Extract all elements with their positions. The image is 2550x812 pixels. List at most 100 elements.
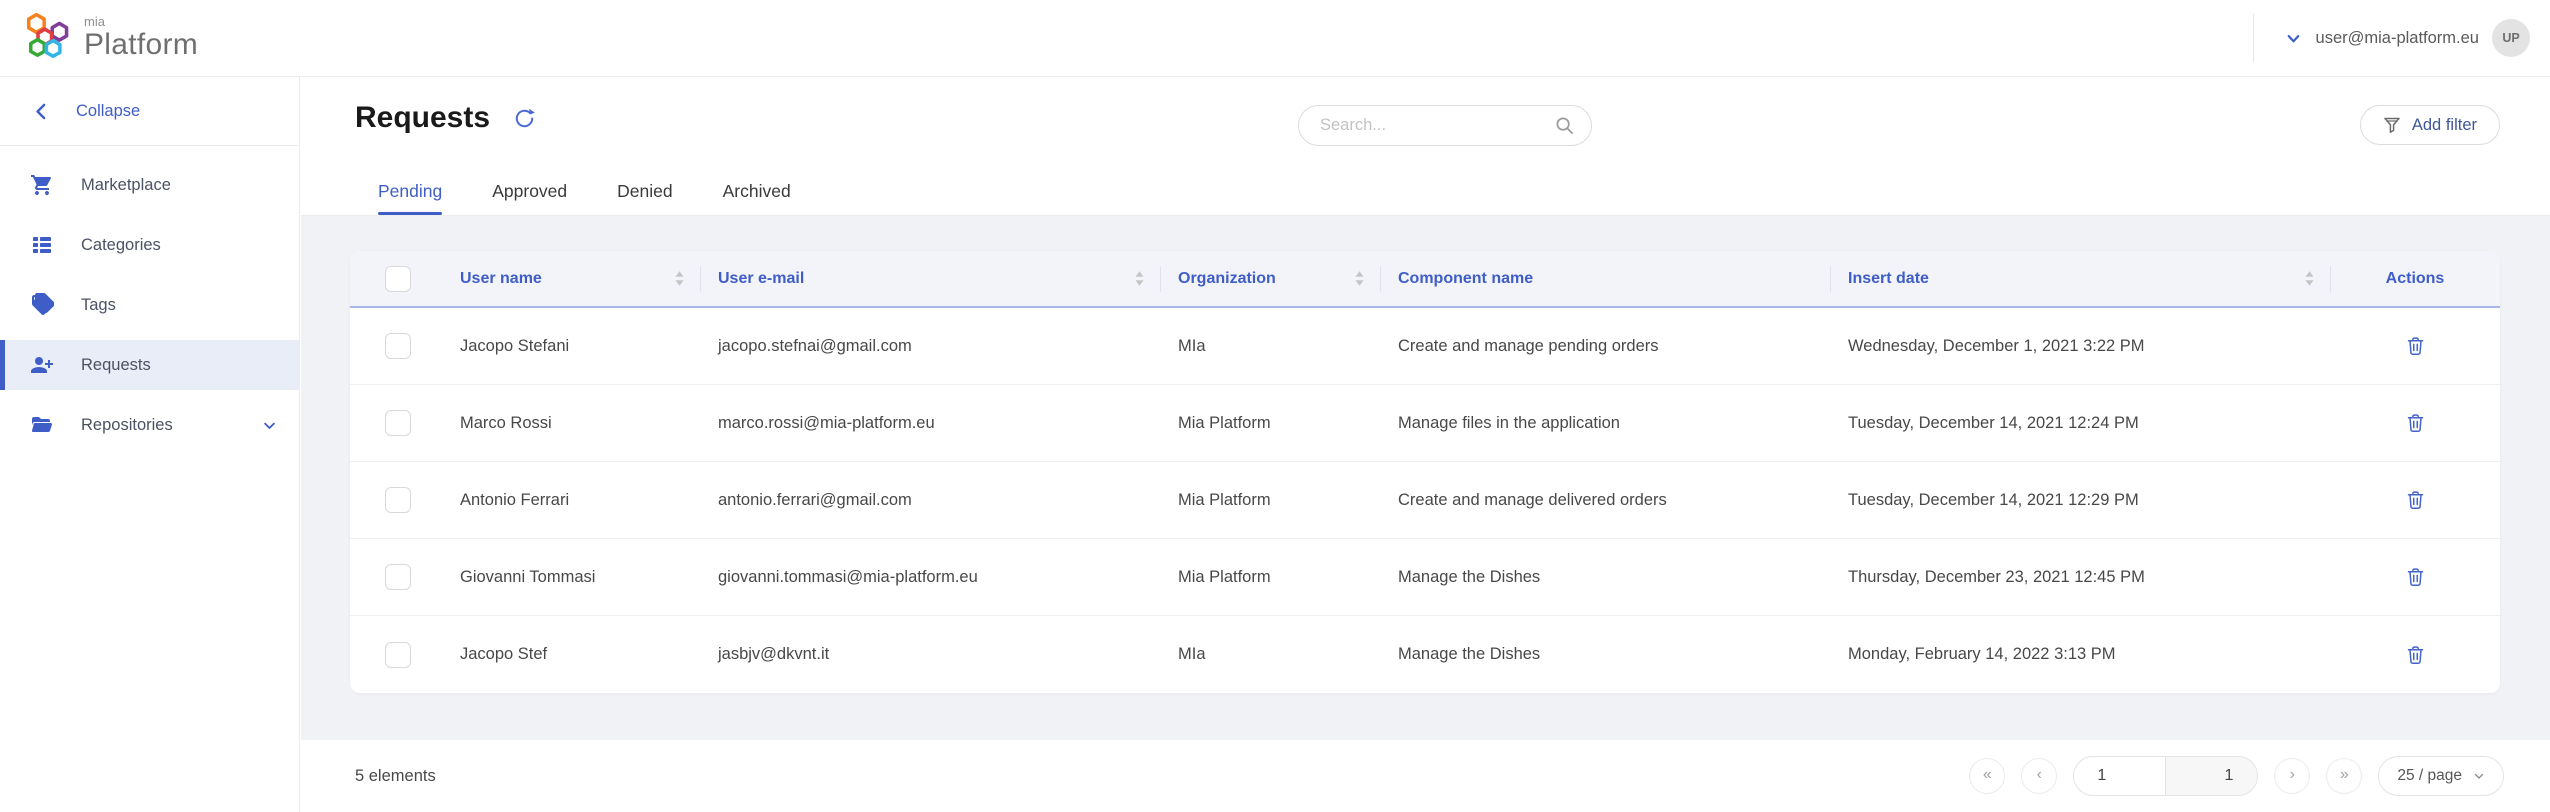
- sidebar-item-tags[interactable]: Tags: [0, 280, 299, 330]
- last-page-button[interactable]: »: [2326, 758, 2363, 794]
- delete-button[interactable]: [2401, 408, 2430, 438]
- brand-logo: mia Platform: [25, 12, 198, 62]
- column-header-organization[interactable]: Organization: [1160, 251, 1380, 306]
- page-indicator: 1 1: [2073, 756, 2259, 796]
- row-checkbox[interactable]: [384, 333, 411, 359]
- cell-organization: Mia Platform: [1178, 413, 1271, 432]
- cell-user-email: giovanni.tommasi@mia-platform.eu: [718, 567, 978, 586]
- cell-component-name: Manage files in the application: [1398, 413, 1620, 432]
- chevron-down-icon: [2474, 773, 2484, 779]
- cell-user-name: Jacopo Stef: [460, 645, 548, 663]
- column-header-insert-date[interactable]: Insert date: [1830, 251, 2330, 306]
- sidebar-item-label: Requests: [81, 355, 151, 374]
- total-elements: 5 elements: [355, 766, 436, 785]
- open-folder-icon: [31, 417, 53, 432]
- chevron-left-icon: [36, 103, 46, 119]
- tabs: Pending Approved Denied Archived: [378, 181, 791, 215]
- cell-insert-date: Wednesday, December 1, 2021 3:22 PM: [1848, 336, 2145, 355]
- cell-organization: Mia Platform: [1178, 567, 1271, 586]
- main-area: Requests Search... Add filter Pending Ap…: [301, 77, 2550, 812]
- tab-pending[interactable]: Pending: [378, 181, 443, 215]
- table-row: Jacopo Stefani jacopo.stefnai@gmail.com …: [350, 308, 2500, 385]
- trash-icon: [2407, 491, 2423, 509]
- sort-icon[interactable]: [1135, 271, 1144, 286]
- row-checkbox[interactable]: [384, 487, 411, 513]
- search-icon: [1556, 117, 1573, 134]
- avatar: UP: [2492, 19, 2530, 57]
- cell-insert-date: Thursday, December 23, 2021 12:45 PM: [1848, 567, 2145, 586]
- cell-component-name: Manage the Dishes: [1398, 645, 1541, 663]
- table-row: Giovanni Tommasi giovanni.tommasi@mia-pl…: [350, 539, 2500, 616]
- delete-button[interactable]: [2401, 485, 2430, 515]
- tab-denied[interactable]: Denied: [617, 181, 672, 215]
- chevron-down-icon: [262, 418, 277, 433]
- current-page-input[interactable]: 1: [2074, 757, 2166, 795]
- cell-component-name: Create and manage pending orders: [1398, 336, 1659, 355]
- sidebar-item-categories[interactable]: Categories: [0, 220, 299, 270]
- table-row: Marco Rossi marco.rossi@mia-platform.eu …: [350, 385, 2500, 462]
- sort-icon[interactable]: [675, 271, 684, 286]
- column-header-user-email[interactable]: User e-mail: [700, 251, 1160, 306]
- delete-button[interactable]: [2401, 562, 2430, 592]
- first-page-button[interactable]: «: [1969, 758, 2006, 794]
- sidebar-item-requests[interactable]: Requests: [0, 340, 299, 390]
- sort-icon[interactable]: [1355, 271, 1364, 286]
- topbar-divider: [2252, 14, 2254, 62]
- cell-user-name: Giovanni Tommasi: [460, 567, 596, 586]
- search-input[interactable]: [1320, 116, 1554, 135]
- page-header: Requests Search... Add filter Pending Ap…: [301, 77, 2550, 216]
- column-header-user-name[interactable]: User name: [445, 251, 700, 306]
- cell-organization: MIa: [1178, 645, 1206, 663]
- sidebar-item-marketplace[interactable]: Marketplace: [0, 160, 299, 210]
- refresh-icon: [515, 108, 535, 127]
- tab-archived[interactable]: Archived: [723, 181, 791, 215]
- chevron-down-icon: [2287, 34, 2299, 42]
- column-header-actions: Actions: [2330, 251, 2500, 306]
- cell-user-name: Jacopo Stefani: [460, 336, 570, 355]
- content-area: User name User e-mail Organization Compo…: [301, 216, 2550, 740]
- list-icon: [33, 237, 51, 253]
- trash-icon: [2407, 568, 2423, 586]
- filter-funnel-icon: [2384, 117, 2400, 133]
- table-footer: 5 elements « ‹ 1 1 › » 25 / page: [301, 740, 2550, 812]
- trash-icon: [2407, 645, 2423, 664]
- collapse-label: Collapse: [76, 101, 141, 120]
- sort-icon[interactable]: [2305, 271, 2314, 286]
- delete-button[interactable]: [2401, 640, 2430, 670]
- next-page-button[interactable]: ›: [2274, 758, 2311, 794]
- refresh-button[interactable]: [512, 106, 537, 131]
- table-header-row: User name User e-mail Organization Compo…: [350, 251, 2500, 308]
- brand-mia: mia: [84, 13, 105, 29]
- total-pages: 1: [2165, 757, 2258, 795]
- row-checkbox[interactable]: [384, 410, 411, 436]
- cell-component-name: Manage the Dishes: [1398, 567, 1541, 586]
- select-all-checkbox[interactable]: [384, 265, 411, 292]
- topbar-right: user@mia-platform.eu UP: [2252, 0, 2530, 76]
- trash-icon: [2407, 414, 2423, 432]
- add-filter-button[interactable]: Add filter: [2359, 105, 2500, 145]
- shopping-cart-icon: [31, 174, 51, 195]
- page-size-select[interactable]: 25 / page: [2378, 756, 2504, 796]
- sidebar-collapse-button[interactable]: Collapse: [0, 77, 299, 146]
- cell-user-email: jacopo.stefnai@gmail.com: [718, 336, 912, 355]
- tab-approved[interactable]: Approved: [492, 181, 567, 215]
- trash-icon: [2407, 337, 2423, 355]
- delete-button[interactable]: [2401, 331, 2430, 361]
- add-filter-label: Add filter: [2411, 115, 2477, 134]
- sidebar-item-label: Tags: [81, 295, 116, 314]
- cell-organization: MIa: [1178, 336, 1206, 355]
- sidebar-item-repositories[interactable]: Repositories: [0, 400, 299, 450]
- cell-user-email: marco.rossi@mia-platform.eu: [718, 413, 935, 432]
- requests-table: User name User e-mail Organization Compo…: [350, 251, 2500, 693]
- row-checkbox[interactable]: [384, 564, 411, 590]
- search-box[interactable]: [1298, 105, 1592, 146]
- cell-user-email: jasbjv@dkvnt.it: [718, 645, 830, 663]
- row-checkbox[interactable]: [384, 641, 411, 668]
- brand-platform: Platform: [84, 27, 199, 61]
- user-menu[interactable]: user@mia-platform.eu UP: [2284, 19, 2530, 57]
- cell-insert-date: Tuesday, December 14, 2021 12:24 PM: [1848, 413, 2139, 432]
- prev-page-button[interactable]: ‹: [2021, 758, 2058, 794]
- user-email: user@mia-platform.eu: [2315, 28, 2479, 47]
- page-title: Requests: [355, 101, 491, 134]
- user-add-icon: [31, 357, 53, 373]
